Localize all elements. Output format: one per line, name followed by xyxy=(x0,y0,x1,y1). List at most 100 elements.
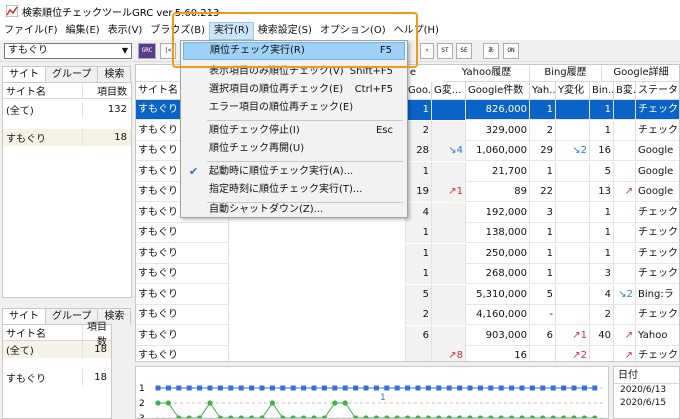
cell-gc xyxy=(432,202,466,223)
date-header[interactable]: 日付 xyxy=(614,367,679,384)
cell-gc xyxy=(432,284,466,305)
cell-g: 6 xyxy=(406,325,432,346)
chevron-down-icon: ▼ xyxy=(121,46,128,55)
cell-hidden xyxy=(229,284,406,305)
on-off-button[interactable]: ON xyxy=(503,43,519,59)
site-select[interactable]: すもぐり ▼ xyxy=(4,43,132,59)
header-site-name[interactable]: サイト名 xyxy=(3,325,83,340)
series-point-green xyxy=(446,415,452,418)
cell-b: 1 xyxy=(590,243,614,264)
list-item[interactable]: すもぐり 18 xyxy=(3,129,131,146)
cell-bc: ↗ xyxy=(614,182,636,202)
menu-item-run-on-startup[interactable]: ✔ 起動時に順位チェック実行(A)... xyxy=(183,163,405,181)
table-row[interactable]: すもぐり 1 138,000 1 1 チェック xyxy=(136,223,679,243)
menu-item-stop-check[interactable]: 順位チェック停止(I) Esc xyxy=(183,122,405,140)
series-point-blue xyxy=(280,385,286,391)
menu-item-run-rank-check[interactable]: 順位チェック実行(R) F5 xyxy=(183,42,405,60)
menu-item-auto-shutdown[interactable]: 自動シャットダウン(Z)... xyxy=(183,201,405,219)
menu-item-label: 表示項目のみ順位チェック(V) xyxy=(209,66,344,77)
cell-gcount: 329,000 xyxy=(466,120,530,141)
menu-view[interactable]: 表示(V) xyxy=(104,22,147,40)
site-name-cell: すもぐり xyxy=(3,369,83,386)
table-row[interactable]: すもぐり 2 4,160,000- 2 チェック xyxy=(136,305,679,325)
column-header-yc[interactable]: Y変化 xyxy=(556,82,590,100)
grc-button[interactable]: GRC xyxy=(138,43,156,59)
cell-yc xyxy=(556,100,590,120)
cell-b: 4 xyxy=(590,284,614,305)
cell-gc xyxy=(432,305,466,325)
menu-search-settings[interactable]: 検索設定(S) xyxy=(254,22,316,40)
y-tick-label: 3 xyxy=(139,414,145,419)
column-header-status[interactable]: ステータス xyxy=(636,82,679,100)
series-point-green xyxy=(581,415,587,418)
tab-search[interactable]: 検索 xyxy=(97,66,132,82)
column-header-gcount[interactable]: Google件数 xyxy=(466,82,530,100)
header-item-count[interactable]: 項目数 xyxy=(83,322,111,348)
list-item[interactable]: すもぐり 18 xyxy=(3,369,111,386)
se-button[interactable]: SE xyxy=(456,43,472,59)
series-point-green xyxy=(561,415,567,418)
series-point-blue xyxy=(384,385,390,391)
tab-group[interactable]: グループ xyxy=(45,66,99,82)
header-site-name[interactable]: サイト名 xyxy=(3,83,83,98)
list-item[interactable]: (全て) 132 xyxy=(3,101,131,118)
cell-gc: ↘4 xyxy=(432,141,466,161)
yen-button[interactable]: あ xyxy=(483,43,499,59)
series-point-blue xyxy=(342,385,348,391)
series-point-blue xyxy=(238,385,244,391)
cell-gc xyxy=(432,264,466,284)
series-point-green xyxy=(405,415,411,418)
site-select-value: すもぐり xyxy=(8,45,48,56)
menu-separator xyxy=(207,161,403,162)
date-row[interactable]: 2020/6/15 xyxy=(614,397,679,410)
menu-help[interactable]: ヘルプ(H) xyxy=(390,22,443,40)
table-row[interactable]: すもぐり ↗8 16 ↗2 ↗ チェック xyxy=(136,346,679,361)
menu-item-run-at-time[interactable]: 指定時刻に順位チェック実行(T)... xyxy=(183,181,405,199)
header-item-count[interactable]: 項目数 xyxy=(83,83,131,98)
cell-b: 40 xyxy=(590,325,614,346)
table-row[interactable]: すもぐり 6 903,000 6 ↗1 40 ↗ Yahoo xyxy=(136,325,679,346)
table-row[interactable]: すもぐり 5 5,310,000 5 4 ↘2 Bing:ラ xyxy=(136,284,679,305)
group-header-yahoo-history[interactable]: Yahoo履歴 xyxy=(444,65,530,82)
menu-bar: ファイル(F) 編集(E) 表示(V) ブラウズ(B) 実行(R) 検索設定(S… xyxy=(0,22,680,40)
list-item[interactable]: (全て) 18 xyxy=(3,341,111,358)
column-header-gc[interactable]: G変... xyxy=(432,82,466,100)
scroll-button[interactable]: ↑ xyxy=(420,43,434,59)
cell-b: 2 xyxy=(590,305,614,325)
column-header-bc[interactable]: B変... xyxy=(614,82,636,100)
menu-browse[interactable]: ブラウズ(B) xyxy=(146,22,209,40)
series-point-green xyxy=(529,415,535,418)
column-header-b[interactable]: Bin... xyxy=(590,82,614,100)
site-name-cell: すもぐり xyxy=(3,129,83,146)
menu-edit[interactable]: 編集(E) xyxy=(62,22,104,40)
back-button[interactable]: |< xyxy=(160,43,176,59)
cell-gcount: 5,310,000 xyxy=(466,284,530,305)
menu-item-recheck-selected[interactable]: 選択項目の順位再チェック(E) Ctrl+F5 xyxy=(183,81,405,99)
cell-b: 16 xyxy=(590,141,614,161)
cell-bc xyxy=(614,223,636,243)
date-row[interactable]: 2020/6/13 xyxy=(614,384,679,397)
table-row[interactable]: すもぐり 1 250,000 1 1 チェック xyxy=(136,243,679,264)
item-count-cell: 18 xyxy=(94,372,107,383)
column-header-g[interactable]: Goo... xyxy=(406,82,432,100)
menu-item-check-visible[interactable]: 表示項目のみ順位チェック(V) Shift+F5 xyxy=(183,63,405,81)
group-header-bing-history[interactable]: Bing履歴 xyxy=(530,65,602,82)
menu-item-recheck-errors[interactable]: エラー項目の順位再チェック(E) xyxy=(183,99,405,117)
menu-item-shortcut: Ctrl+F5 xyxy=(354,84,393,95)
table-row[interactable]: すもぐり 1 268,000 1 3 チェック xyxy=(136,264,679,284)
series-point-green xyxy=(269,400,275,406)
cell-status: Bing:ラ xyxy=(636,285,679,305)
menu-item-resume-check[interactable]: 順位チェック再開(U) xyxy=(183,140,405,158)
tab-site[interactable]: サイト xyxy=(2,308,46,324)
column-header-y[interactable]: Yah... xyxy=(530,82,556,100)
cell-gc xyxy=(432,120,466,141)
cell-y: - xyxy=(530,305,556,325)
menu-options[interactable]: オプション(O) xyxy=(316,22,390,40)
cell-status: Google xyxy=(636,182,679,202)
cell-yc xyxy=(556,182,590,202)
menu-run[interactable]: 実行(R) xyxy=(209,22,254,40)
menu-file[interactable]: ファイル(F) xyxy=(0,22,62,40)
group-header-google-detail[interactable]: Google詳細 xyxy=(602,65,679,82)
st-button[interactable]: ST xyxy=(437,43,453,59)
tab-site[interactable]: サイト xyxy=(2,66,46,82)
